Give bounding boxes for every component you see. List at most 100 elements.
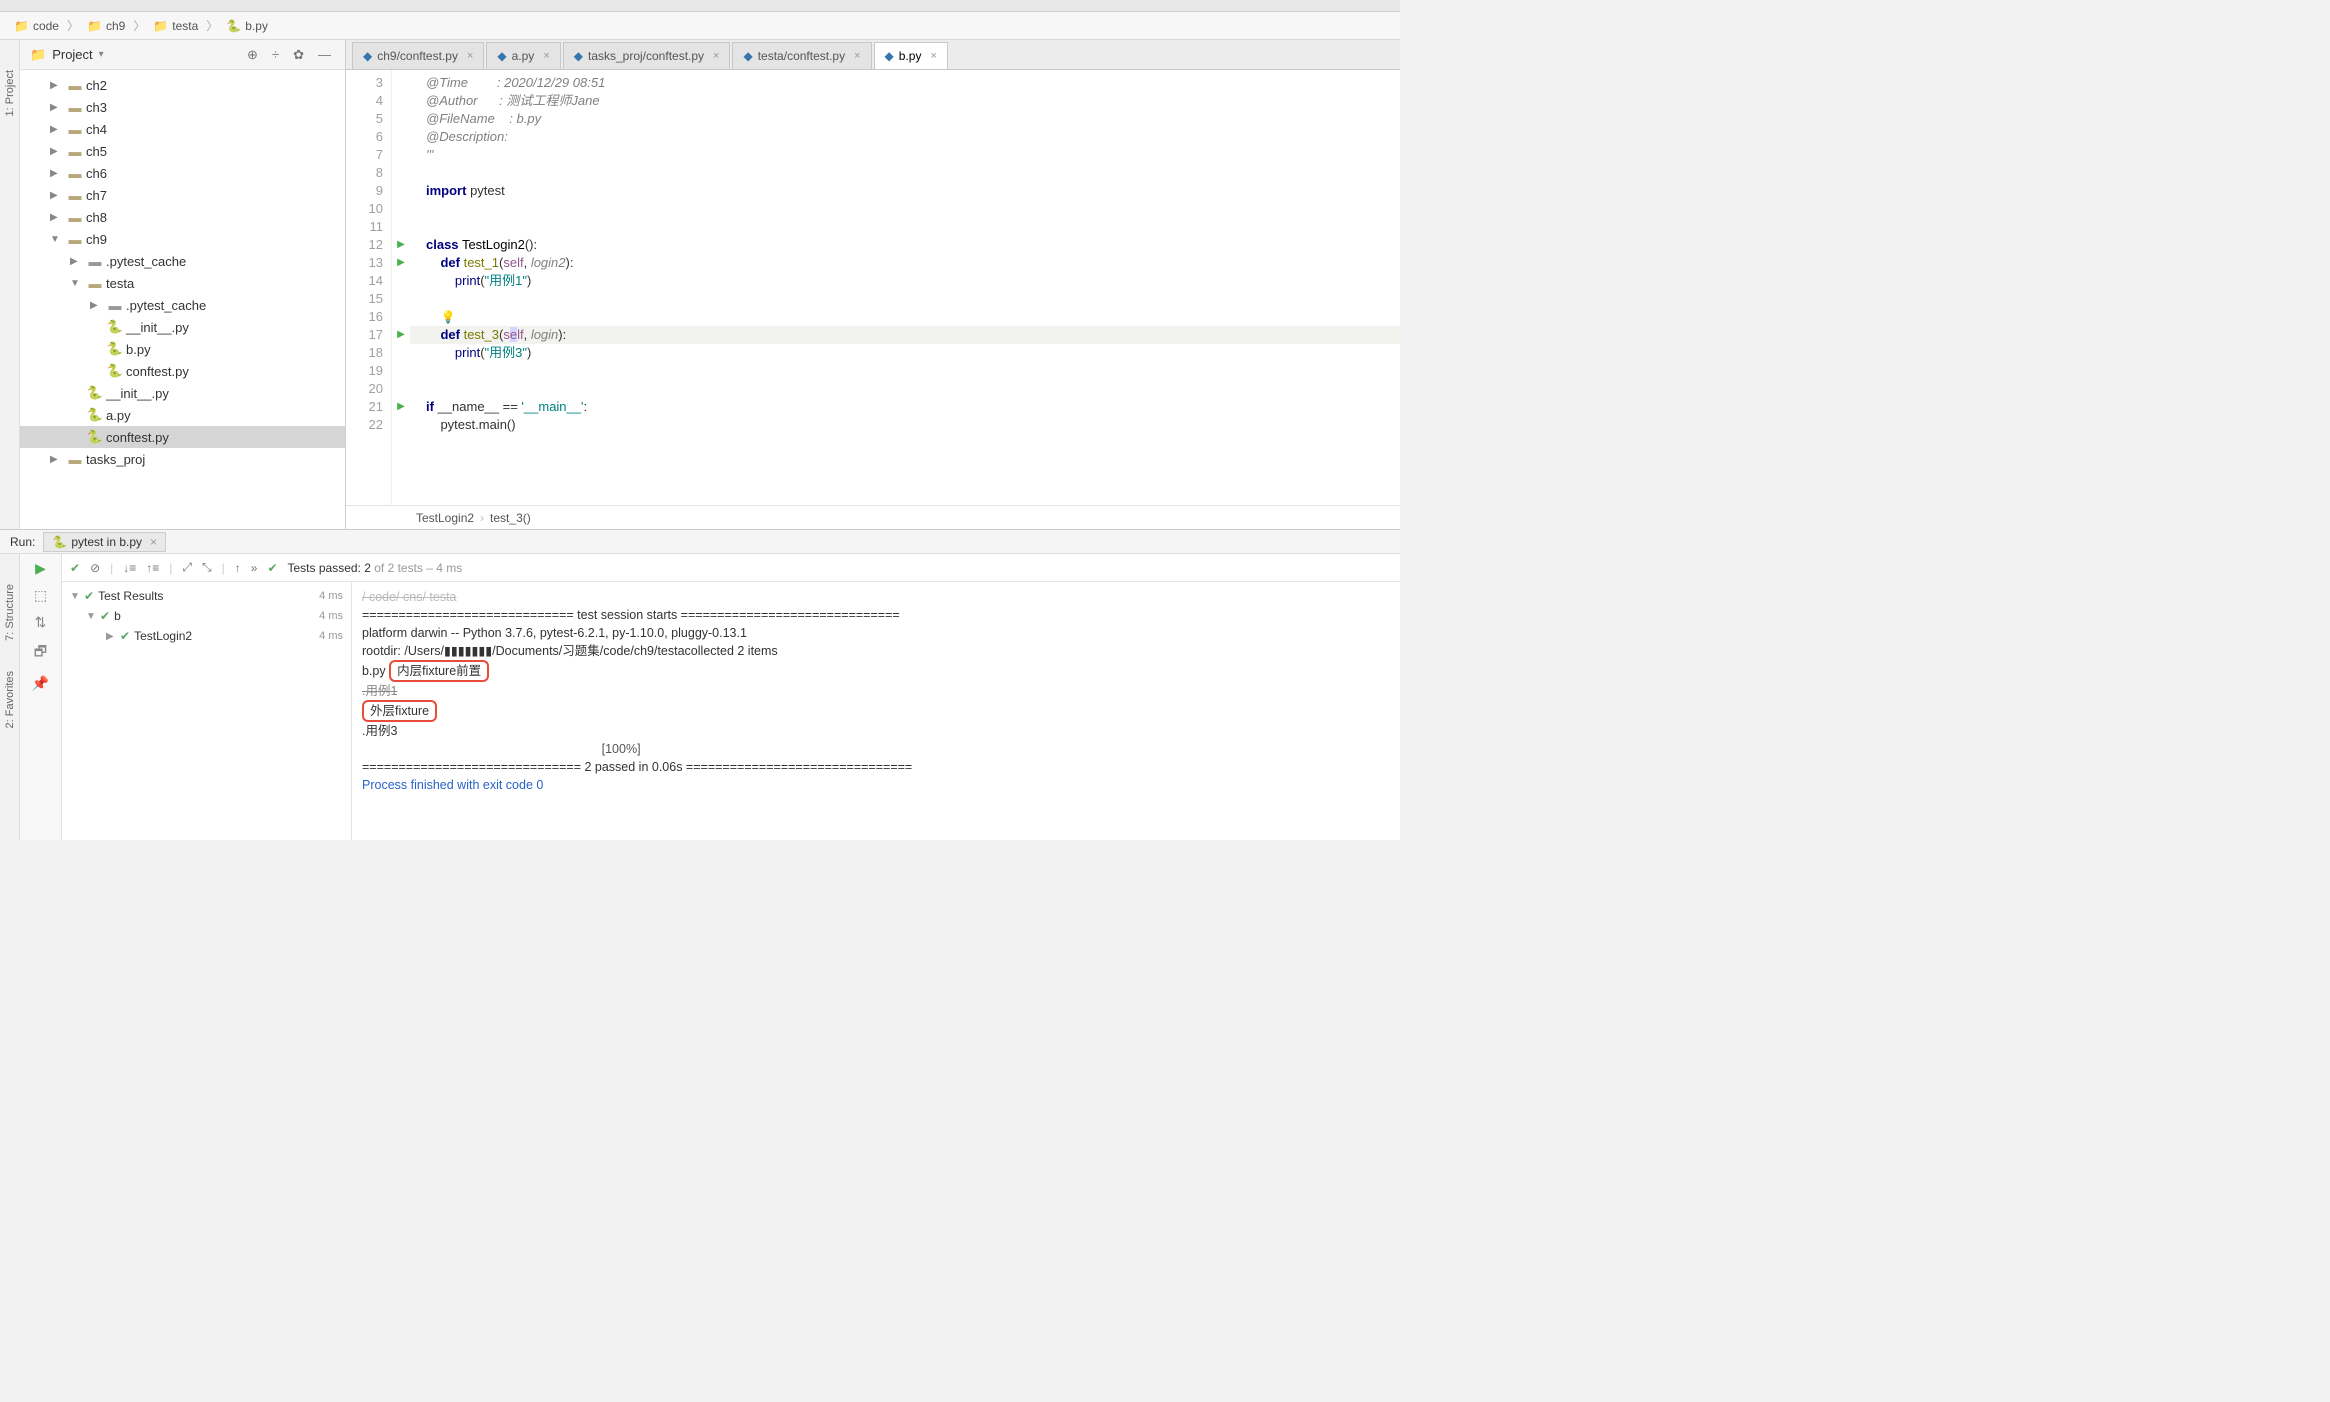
tree-item[interactable]: ▶▬ch6 [20,162,345,184]
test-tree-item[interactable]: ▼✔Test Results4 ms [62,586,351,606]
folder-icon: ▬ [66,166,84,181]
run-config-tab[interactable]: 🐍 pytest in b.py × [43,532,166,552]
tree-item[interactable]: ▶▬ch2 [20,74,345,96]
tree-item[interactable]: 🐍__init__.py [20,382,345,404]
python-icon: ◆ [743,49,752,63]
editor-area: ◆ch9/conftest.py×◆a.py×◆tasks_proj/conft… [346,40,1400,529]
breadcrumb-class[interactable]: TestLogin2 [416,511,474,525]
tree-item[interactable]: ▶▬ch8 [20,206,345,228]
next-icon[interactable]: » [251,561,258,575]
tests-passed-summary: Tests passed: 2 of 2 tests – 4 ms [288,561,463,575]
tree-item[interactable]: ▶▬ch5 [20,140,345,162]
show-passed-icon[interactable]: ✔ [70,561,80,575]
tree-item[interactable]: ▶▬ch4 [20,118,345,140]
folder-icon: 📁 [153,19,168,33]
tree-item[interactable]: 🐍conftest.py [20,426,345,448]
toggle-icon[interactable]: ⇅ [35,614,47,631]
code-content[interactable]: @Time : 2020/12/29 08:51@Author : 测试工程师J… [410,70,1400,505]
check-icon: ✔ [100,609,110,623]
sort-alpha-icon[interactable]: ↑≡ [146,561,159,575]
check-icon: ✔ [84,589,94,603]
project-title[interactable]: Project [52,47,92,62]
editor-tab[interactable]: ◆testa/conftest.py× [732,42,871,69]
breadcrumb-item[interactable]: 🐍b.py [220,19,274,33]
breadcrumb-item[interactable]: 📁testa [147,19,204,33]
test-tree-item[interactable]: ▼✔b4 ms [62,606,351,626]
python-icon: ◆ [363,49,372,63]
show-ignored-icon[interactable]: ⊘ [90,561,100,575]
export-icon[interactable]: 🗗 [34,641,47,665]
run-tool-window: Run: 🐍 pytest in b.py × 7: Structure 2: … [0,530,1400,840]
tree-item[interactable]: ▶▬.pytest_cache [20,250,345,272]
editor-tab[interactable]: ◆a.py× [486,42,560,69]
check-icon: ✔ [120,629,130,643]
run-gutter[interactable]: ▶▶ ▶ ▶ [392,70,410,505]
python-icon: 🐍 [226,19,241,33]
run-header: Run: 🐍 pytest in b.py × [0,530,1400,554]
tree-item[interactable]: ▼▬ch9 [20,228,345,250]
editor-tab[interactable]: ◆tasks_proj/conftest.py× [563,42,731,69]
run-action-gutter: ▶ ⬚ ⇅ 🗗 📌 [20,554,62,840]
test-tree-item[interactable]: ▶✔TestLogin24 ms [62,626,351,646]
sort-icon[interactable]: ↓≡ [123,561,136,575]
close-icon[interactable]: × [854,50,860,62]
folder-icon: ▬ [66,452,84,467]
tree-item[interactable]: ▼▬testa [20,272,345,294]
rerun-icon[interactable]: ▶ [35,560,46,577]
tree-item[interactable]: 🐍a.py [20,404,345,426]
side-tab-structure[interactable]: 7: Structure [4,584,16,641]
tree-item[interactable]: ▶▬ch3 [20,96,345,118]
editor[interactable]: 345678910111213141516171819202122 ▶▶ ▶ ▶… [346,70,1400,505]
folder-icon: 📁 [14,19,29,33]
tree-item[interactable]: ▶▬ch7 [20,184,345,206]
folder-icon: ▬ [86,276,104,291]
project-folder-icon: 📁 [30,47,46,63]
folder-icon: ▬ [66,188,84,203]
python-icon: 🐍 [86,407,104,423]
editor-tab[interactable]: ◆b.py× [874,42,948,69]
locate-icon[interactable]: ⊕ [243,45,262,65]
breadcrumb-item[interactable]: 📁code [8,19,65,33]
folder-icon: ▬ [66,78,84,93]
close-icon[interactable]: × [543,50,549,62]
close-icon[interactable]: × [467,50,473,62]
close-icon[interactable]: × [930,50,936,62]
breadcrumb-item[interactable]: 📁ch9 [81,19,131,33]
editor-breadcrumb[interactable]: TestLogin2 › test_3() [346,505,1400,529]
hide-icon[interactable]: — [314,45,335,64]
python-icon: ◆ [574,49,583,63]
test-results-tree[interactable]: ▼✔Test Results4 ms▼✔b4 ms▶✔TestLogin24 m… [62,582,352,840]
project-tree[interactable]: ▶▬ch2▶▬ch3▶▬ch4▶▬ch5▶▬ch6▶▬ch7▶▬ch8▼▬ch9… [20,70,345,529]
tree-item[interactable]: ▶▬.pytest_cache [20,294,345,316]
tree-item[interactable]: 🐍__init__.py [20,316,345,338]
editor-tab[interactable]: ◆ch9/conftest.py× [352,42,484,69]
left-tool-stripe: 1: Project [0,40,20,529]
python-icon: ◆ [885,49,894,63]
tree-item[interactable]: 🐍b.py [20,338,345,360]
folder-icon: ▬ [66,122,84,137]
pin-icon[interactable]: 📌 [32,675,49,692]
folder-icon: ▬ [66,232,84,247]
python-icon: ◆ [497,49,506,63]
collapse-icon[interactable]: ÷ [268,45,283,64]
tree-item[interactable]: ▶▬tasks_proj [20,448,345,470]
folder-icon: 📁 [87,19,102,33]
tree-item[interactable]: 🐍conftest.py [20,360,345,382]
left-tool-stripe-bottom: 7: Structure 2: Favorites [0,554,20,840]
side-tab-project[interactable]: 1: Project [4,70,16,116]
python-icon: 🐍 [86,429,104,445]
settings-icon[interactable]: ✿ [289,45,308,65]
close-icon[interactable]: × [713,50,719,62]
folder-icon: ▬ [66,100,84,115]
folder-gray-icon: ▬ [86,254,104,269]
expand-icon[interactable]: ⤢ [182,560,192,575]
python-icon: 🐍 [86,385,104,401]
test-toolbar: ✔ ⊘ | ↓≡ ↑≡ | ⤢ ⤡ | ↑ » ✔ Tests passed: … [62,554,1400,582]
folder-gray-icon: ▬ [106,298,124,313]
prev-icon[interactable]: ↑ [235,561,241,575]
breadcrumb-method[interactable]: test_3() [490,511,531,525]
test-console-output[interactable]: / code/ cns/ testa======================… [352,582,1400,840]
side-tab-favorites[interactable]: 2: Favorites [4,671,16,728]
stop-icon[interactable]: ⬚ [34,587,47,604]
collapse-all-icon[interactable]: ⤡ [202,560,212,575]
